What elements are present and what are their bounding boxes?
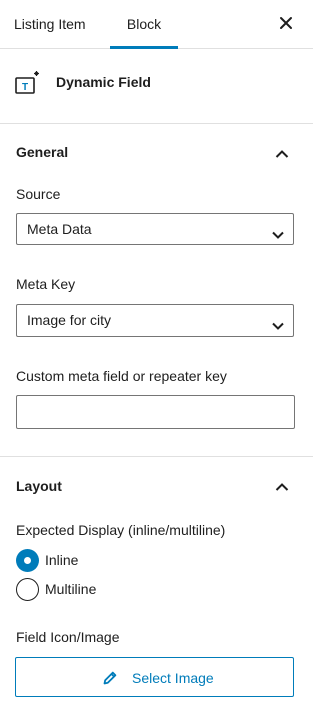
pencil-icon	[102, 670, 118, 686]
block-card: T Dynamic Field	[0, 49, 313, 124]
select-image-button[interactable]: Select Image	[15, 657, 294, 697]
svg-text:T: T	[22, 82, 28, 93]
meta-key-label: Meta Key	[16, 276, 76, 292]
sidebar-tabs: Listing Item Block	[0, 0, 313, 49]
radio-multiline-label: Multiline	[45, 581, 97, 597]
general-panel-toggle[interactable]: General	[0, 124, 313, 180]
layout-panel-toggle[interactable]: Layout	[0, 457, 313, 513]
chevron-down-icon	[272, 226, 284, 239]
radio-multiline-control[interactable]	[16, 578, 39, 601]
layout-panel-title: Layout	[16, 478, 62, 494]
radio-inline-label: Inline	[45, 552, 79, 568]
block-title: Dynamic Field	[56, 74, 151, 90]
source-select[interactable]: Meta Data	[16, 213, 294, 245]
select-image-label: Select Image	[132, 670, 214, 686]
meta-key-select[interactable]: Image for city	[16, 304, 294, 337]
general-panel-title: General	[16, 144, 69, 160]
field-icon-label: Field Icon/Image	[16, 629, 120, 645]
meta-key-select-value: Image for city	[27, 312, 112, 328]
radio-inline-control[interactable]	[16, 549, 39, 572]
dynamic-field-icon: T	[14, 69, 42, 97]
close-icon[interactable]	[277, 14, 295, 32]
custom-key-input[interactable]	[16, 395, 295, 429]
source-select-value: Meta Data	[27, 221, 92, 237]
tab-block[interactable]: Block	[110, 0, 178, 49]
source-label: Source	[16, 186, 61, 202]
chevron-down-icon	[272, 317, 284, 330]
custom-key-label: Custom meta field or repeater key	[16, 368, 227, 384]
display-label: Expected Display (inline/multiline)	[16, 522, 226, 538]
chevron-up-icon	[275, 146, 289, 158]
tab-listing-item[interactable]: Listing Item	[14, 0, 86, 49]
chevron-up-icon	[275, 479, 289, 491]
